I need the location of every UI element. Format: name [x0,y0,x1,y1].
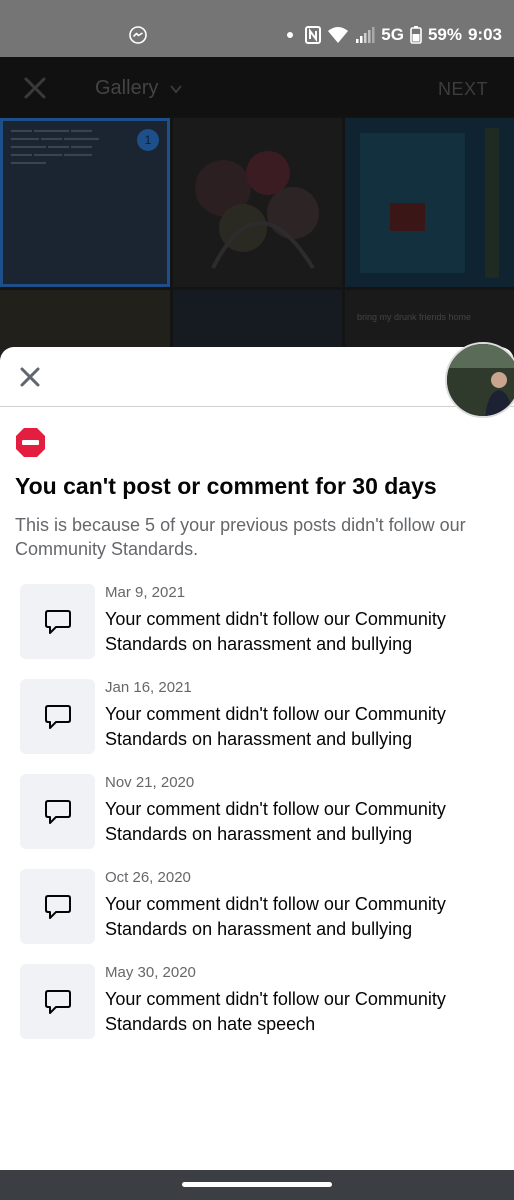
stop-icon [16,428,45,457]
messenger-icon [129,26,147,44]
comment-icon [44,894,71,919]
list-item: May 30, 2020 Your comment didn't follow … [0,961,514,1041]
item-message: Your comment didn't follow our Community… [105,799,446,844]
page-title: You can't post or comment for 30 days [15,473,437,499]
item-date: Nov 21, 2020 [105,774,195,791]
sheet-header [0,347,514,407]
icon-box [20,679,95,754]
notification-dot [287,32,294,38]
tile-text-placeholder: ▬▬▬ ▬▬▬▬▬ ▬▬▬ ▬▬▬▬ ▬▬▬ ▬▬▬▬▬ ▬▬▬▬▬ ▬▬▬ ▬▬▬… [11,127,99,166]
gallery-tile [345,118,514,287]
explanation-text: This is because 5 of your previous posts… [15,515,466,559]
item-date: Jan 16, 2021 [105,679,192,696]
item-message: Your comment didn't follow our Community… [105,609,446,654]
clock: 9:03 [467,25,502,44]
comment-icon [44,609,71,634]
wifi-icon [328,27,349,43]
comment-icon [44,704,71,729]
close-icon [20,367,40,387]
gallery-close-icon [24,77,46,99]
tile-caption: bring my drunk friends home [357,312,472,322]
item-message: Your comment didn't follow our Community… [105,989,446,1034]
icon-box [20,869,95,944]
item-message: Your comment didn't follow our Community… [105,704,446,749]
comment-icon [44,989,71,1014]
icon-box [20,964,95,1039]
icon-box [20,774,95,849]
chat-head-avatar[interactable] [445,342,514,418]
item-date: Mar 9, 2021 [105,584,186,601]
network-label: 5G [381,25,404,44]
item-message: Your comment didn't follow our Community… [105,894,446,939]
gallery-toolbar: Gallery NEXT [0,57,514,117]
battery-percent: 59% [427,25,462,44]
gallery-tile: ▬▬▬ ▬▬▬▬▬ ▬▬▬ ▬▬▬▬ ▬▬▬ ▬▬▬▬▬ ▬▬▬▬▬ ▬▬▬ ▬▬▬… [0,118,170,287]
phone-screenshot-image [360,128,499,278]
restriction-sheet: You can't post or comment for 30 days Th… [0,347,514,1170]
signal-icon [356,27,375,43]
list-item: Jan 16, 2021 Your comment didn't follow … [0,676,514,756]
next-button: NEXT [437,79,488,99]
icon-box [20,584,95,659]
gallery-tile [173,118,342,287]
item-date: Oct 26, 2020 [105,869,191,886]
gallery-title: Gallery [95,77,159,99]
battery-icon [410,26,422,44]
close-button[interactable] [16,363,44,391]
comment-icon [44,799,71,824]
nfc-icon [305,26,322,44]
navigation-bar [0,1170,514,1200]
avatar-photo [447,344,514,416]
chevron-down-icon [170,85,182,94]
status-bar: 5G 59% 9:03 [0,0,514,57]
list-item: Mar 9, 2021 Your comment didn't follow o… [0,581,514,661]
item-date: May 30, 2020 [105,964,196,981]
home-gesture-pill[interactable] [182,1182,332,1187]
gallery-background: Gallery NEXT ▬▬▬ ▬▬▬▬▬ ▬▬▬ ▬▬▬▬ ▬▬▬ ▬▬▬▬▬… [0,57,514,360]
list-item: Nov 21, 2020 Your comment didn't follow … [0,771,514,851]
list-item: Oct 26, 2020 Your comment didn't follow … [0,866,514,946]
flower-headband-image [195,151,319,270]
status-icons: 5G 59% 9:03 [287,22,502,48]
selection-badge: 1 [137,129,159,151]
